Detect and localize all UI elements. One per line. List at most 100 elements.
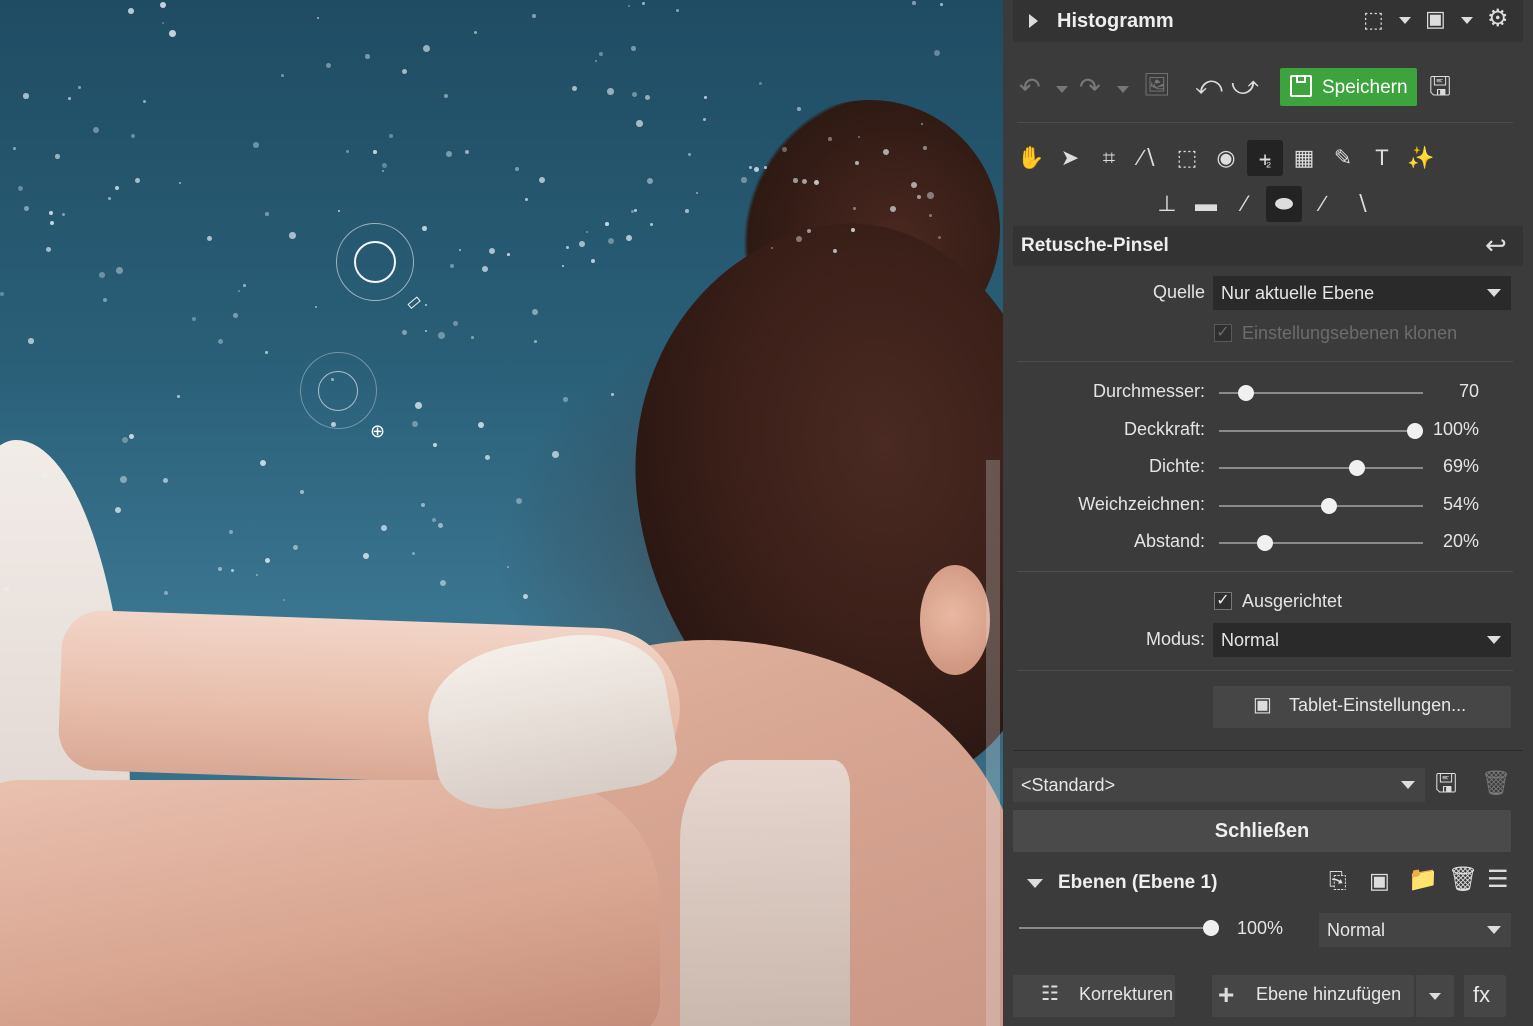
redo-icon[interactable]: ↷ (1079, 74, 1101, 100)
slider-track[interactable] (1219, 430, 1423, 432)
distortion-icon[interactable]: ▦ (1286, 140, 1322, 176)
mask-icon[interactable]: ▣ (1425, 8, 1446, 30)
bubble (99, 272, 105, 278)
bubble (647, 178, 653, 184)
bubble (265, 558, 271, 564)
trash-icon[interactable]: 🗑 (1481, 772, 1511, 796)
redo-history-chevron-icon[interactable] (1117, 86, 1129, 93)
bubble (796, 236, 802, 242)
hand-icon[interactable]: ✋ (1013, 140, 1049, 176)
bubble (422, 226, 427, 231)
layers-header[interactable]: Ebenen (Ebene 1) ⎘ ▣ 📁 🗑 ☰ (1013, 862, 1523, 904)
image-icon[interactable]: 🖼 (1143, 74, 1171, 96)
reset-arrow-icon[interactable]: ↩ (1485, 232, 1507, 258)
layer-opacity-thumb[interactable] (1203, 920, 1219, 936)
bubble (293, 545, 298, 550)
menu-icon[interactable]: ☰ (1487, 868, 1509, 892)
bubble (704, 96, 707, 99)
bubble (586, 231, 589, 234)
mode-dropdown[interactable]: Normal (1213, 623, 1511, 657)
sparkle-icon[interactable]: ✨ (1403, 140, 1439, 176)
bubble (421, 503, 426, 508)
wand-icon[interactable]: ⁄ (1227, 186, 1263, 222)
slider-thumb[interactable] (1407, 423, 1423, 439)
bubble (281, 74, 284, 77)
bubble (474, 31, 478, 35)
clone-adjustments-checkbox[interactable]: ✓ (1214, 324, 1232, 342)
bubble (18, 186, 24, 192)
slider-label: Dichte: (1148, 456, 1205, 476)
source-dropdown[interactable]: Nur aktuelle Ebene (1213, 276, 1511, 310)
duplicate-icon[interactable]: ⎘ (1329, 870, 1347, 892)
aligned-checkbox[interactable]: ✓ (1214, 592, 1232, 610)
bubble (207, 236, 213, 242)
smudge-icon[interactable]: ∕ (1305, 186, 1341, 222)
bubble (890, 206, 896, 212)
perspective-icon[interactable]: ⬚ (1169, 140, 1205, 176)
fx-button[interactable]: fx (1464, 975, 1506, 1017)
save-preset-icon[interactable]: 🖫 (1435, 770, 1457, 796)
chevron-down-icon[interactable] (1461, 17, 1473, 24)
eye-icon[interactable]: ◉ (1208, 140, 1244, 176)
crop-icon[interactable]: ⌗ (1091, 140, 1127, 176)
add-layer-menu-button[interactable] (1416, 975, 1454, 1017)
trash-icon[interactable]: 🗑 (1448, 868, 1478, 892)
rotate-right-icon[interactable]: ⤻ (1231, 72, 1259, 98)
layer-opacity-track[interactable] (1019, 927, 1215, 929)
text-icon[interactable]: T (1364, 140, 1400, 176)
save-button[interactable]: Speichern (1280, 68, 1417, 106)
bubble (631, 46, 636, 51)
slider-track[interactable] (1219, 467, 1423, 469)
brush-inner-ring (354, 241, 396, 283)
rotate-left-icon[interactable]: ⤺ (1195, 72, 1223, 98)
preset-dropdown[interactable]: <Standard> (1013, 768, 1425, 802)
bubble (50, 221, 55, 226)
bubble (696, 192, 699, 195)
straighten-icon[interactable]: ∕∖ (1130, 140, 1166, 176)
bubble (402, 330, 408, 336)
folder-icon[interactable]: 📁 (1408, 868, 1438, 892)
healing-icon[interactable]: ✎ (1325, 140, 1361, 176)
slider-thumb[interactable] (1349, 460, 1365, 476)
undo-icon[interactable]: ↶ (1019, 74, 1041, 100)
slider-thumb[interactable] (1257, 535, 1273, 551)
bubble (233, 313, 238, 318)
histogram-header[interactable]: Histogramm ⬚ ▣ ⚙ (1013, 0, 1523, 42)
clone-stamp-icon[interactable]: ⨧ (1247, 140, 1283, 176)
slider-value: 69% (1442, 456, 1479, 476)
settings-gear-icon[interactable]: ⚙ (1487, 7, 1509, 31)
undo-history-chevron-icon[interactable] (1056, 86, 1068, 93)
slider-thumb[interactable] (1238, 385, 1254, 401)
mask-icon[interactable]: ▣ (1369, 870, 1390, 892)
add-layer-button[interactable]: + Ebene hinzufügen (1212, 975, 1414, 1017)
slider-thumb[interactable] (1321, 498, 1337, 514)
bubble (552, 451, 559, 458)
expand-triangle-icon[interactable] (1029, 14, 1038, 28)
tablet-settings-button[interactable]: ▣ Tablet-Einstellungen... (1213, 686, 1511, 728)
slider-value: 70 (1458, 381, 1479, 401)
dodge-icon[interactable]: ∖ (1344, 186, 1380, 222)
photo-canvas[interactable]: ▭ ⊕ (0, 0, 1003, 1026)
canvas-scrollbar[interactable] (986, 460, 1000, 1026)
save-as-icon[interactable]: 🖫 (1429, 73, 1451, 99)
chevron-down-icon[interactable] (1399, 17, 1411, 24)
close-button[interactable]: Schließen (1013, 810, 1511, 852)
collapse-triangle-icon[interactable] (1027, 879, 1043, 888)
bubble (62, 213, 66, 217)
stamp-icon[interactable]: ⊥ (1149, 186, 1185, 222)
bubble (122, 437, 129, 444)
bubble (650, 223, 653, 226)
layer-blend-dropdown[interactable]: Normal (1319, 913, 1511, 947)
right-panel: Histogramm ⬚ ▣ ⚙ ↶ ↷ 🖼 ⤺ ⤻ Speichern 🖫 ✋… (1003, 0, 1533, 1026)
bubble (381, 525, 387, 531)
eraser-icon[interactable]: ▬ (1188, 186, 1224, 222)
divider (1017, 670, 1513, 671)
bubble (283, 599, 286, 602)
pointer-icon[interactable]: ➤ (1052, 140, 1088, 176)
crop-frame-icon[interactable]: ⬚ (1363, 9, 1384, 31)
bubble (231, 569, 235, 573)
bubble (315, 306, 318, 309)
slider-track[interactable] (1219, 542, 1423, 544)
bandage-icon[interactable]: ⬬ (1266, 186, 1302, 222)
corrections-button[interactable]: ☷ Korrekturen (1013, 975, 1175, 1017)
